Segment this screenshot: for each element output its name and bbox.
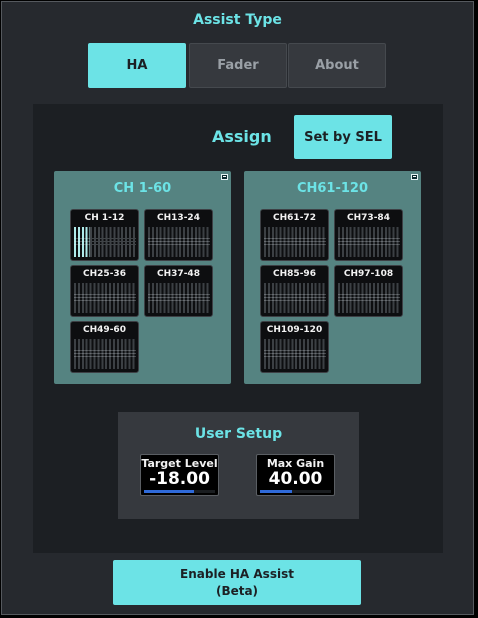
tile-label: CH 1-12 bbox=[84, 213, 125, 223]
tile-label: CH13-24 bbox=[157, 213, 200, 223]
set-by-sel-button[interactable]: Set by SEL bbox=[294, 115, 392, 159]
user-setup-box: User Setup Target Level -18.00 Max Gain … bbox=[118, 412, 359, 519]
tile-label: CH109-120 bbox=[266, 325, 323, 335]
tab-about[interactable]: About bbox=[288, 43, 386, 88]
group-title: CH61-120 bbox=[296, 181, 369, 196]
tile-label: CH85-96 bbox=[273, 269, 316, 279]
channel-tile-1-12[interactable]: CH 1-12 bbox=[70, 209, 139, 261]
tile-label: CH37-48 bbox=[157, 269, 200, 279]
target-level-value: -18.00 bbox=[149, 469, 210, 489]
tab-ha[interactable]: HA bbox=[88, 43, 186, 88]
fader-strip-icon bbox=[338, 283, 400, 313]
enable-button-line2: (Beta) bbox=[215, 583, 259, 598]
assist-type-title: Assist Type bbox=[193, 12, 282, 28]
tile-label: CH97-108 bbox=[343, 269, 394, 279]
channel-tile-73-84[interactable]: CH73-84 bbox=[334, 209, 403, 261]
enable-ha-assist-button[interactable]: Enable HA Assist (Beta) bbox=[113, 560, 361, 605]
channel-group-61-120: CH61-120 CH61-72 CH73-84 CH85-96 CH97-10… bbox=[244, 171, 421, 384]
channel-tile-25-36[interactable]: CH25-36 bbox=[70, 265, 139, 317]
fader-strip-icon bbox=[148, 283, 210, 313]
target-level-field[interactable]: Target Level -18.00 bbox=[140, 454, 219, 496]
target-level-bar-fill bbox=[144, 490, 194, 493]
assign-label: Assign bbox=[212, 127, 272, 146]
channel-tile-49-60[interactable]: CH49-60 bbox=[70, 321, 139, 373]
ha-assist-window: Assist Type HA Fader About Assign Set by… bbox=[1, 1, 474, 615]
fader-strip-icon bbox=[264, 227, 326, 257]
channel-tile-85-96[interactable]: CH85-96 bbox=[260, 265, 329, 317]
expand-icon[interactable] bbox=[411, 174, 418, 180]
channel-tile-61-72[interactable]: CH61-72 bbox=[260, 209, 329, 261]
channel-tile-97-108[interactable]: CH97-108 bbox=[334, 265, 403, 317]
tile-label: CH49-60 bbox=[83, 325, 126, 335]
enable-button-line1: Enable HA Assist bbox=[180, 566, 294, 581]
tile-label: CH61-72 bbox=[273, 213, 316, 223]
max-gain-bar-fill bbox=[260, 490, 292, 493]
fader-strip-icon bbox=[264, 339, 326, 369]
max-gain-value: 40.00 bbox=[268, 469, 323, 489]
user-setup-title: User Setup bbox=[194, 426, 283, 442]
channel-tile-13-24[interactable]: CH13-24 bbox=[144, 209, 213, 261]
assign-panel: Assign Set by SEL CH 1-60 CH 1-12 CH13-2… bbox=[33, 104, 443, 553]
fader-strip-icon bbox=[264, 283, 326, 313]
fader-strip-icon bbox=[338, 227, 400, 257]
max-gain-bar bbox=[260, 490, 331, 493]
tab-fader[interactable]: Fader bbox=[189, 43, 287, 88]
tile-label: CH73-84 bbox=[347, 213, 390, 223]
group-title: CH 1-60 bbox=[113, 181, 172, 196]
tile-label: CH25-36 bbox=[83, 269, 126, 279]
fader-strip-icon bbox=[90, 227, 136, 257]
fader-strip-icon bbox=[74, 339, 136, 369]
target-level-bar bbox=[144, 490, 215, 493]
channel-group-1-60: CH 1-60 CH 1-12 CH13-24 CH25-36 CH37-48 … bbox=[54, 171, 231, 384]
expand-icon[interactable] bbox=[221, 174, 228, 180]
channel-tile-109-120[interactable]: CH109-120 bbox=[260, 321, 329, 373]
fader-strip-icon bbox=[148, 227, 210, 257]
channel-tile-37-48[interactable]: CH37-48 bbox=[144, 265, 213, 317]
max-gain-field[interactable]: Max Gain 40.00 bbox=[256, 454, 335, 496]
fader-strip-icon bbox=[74, 283, 136, 313]
